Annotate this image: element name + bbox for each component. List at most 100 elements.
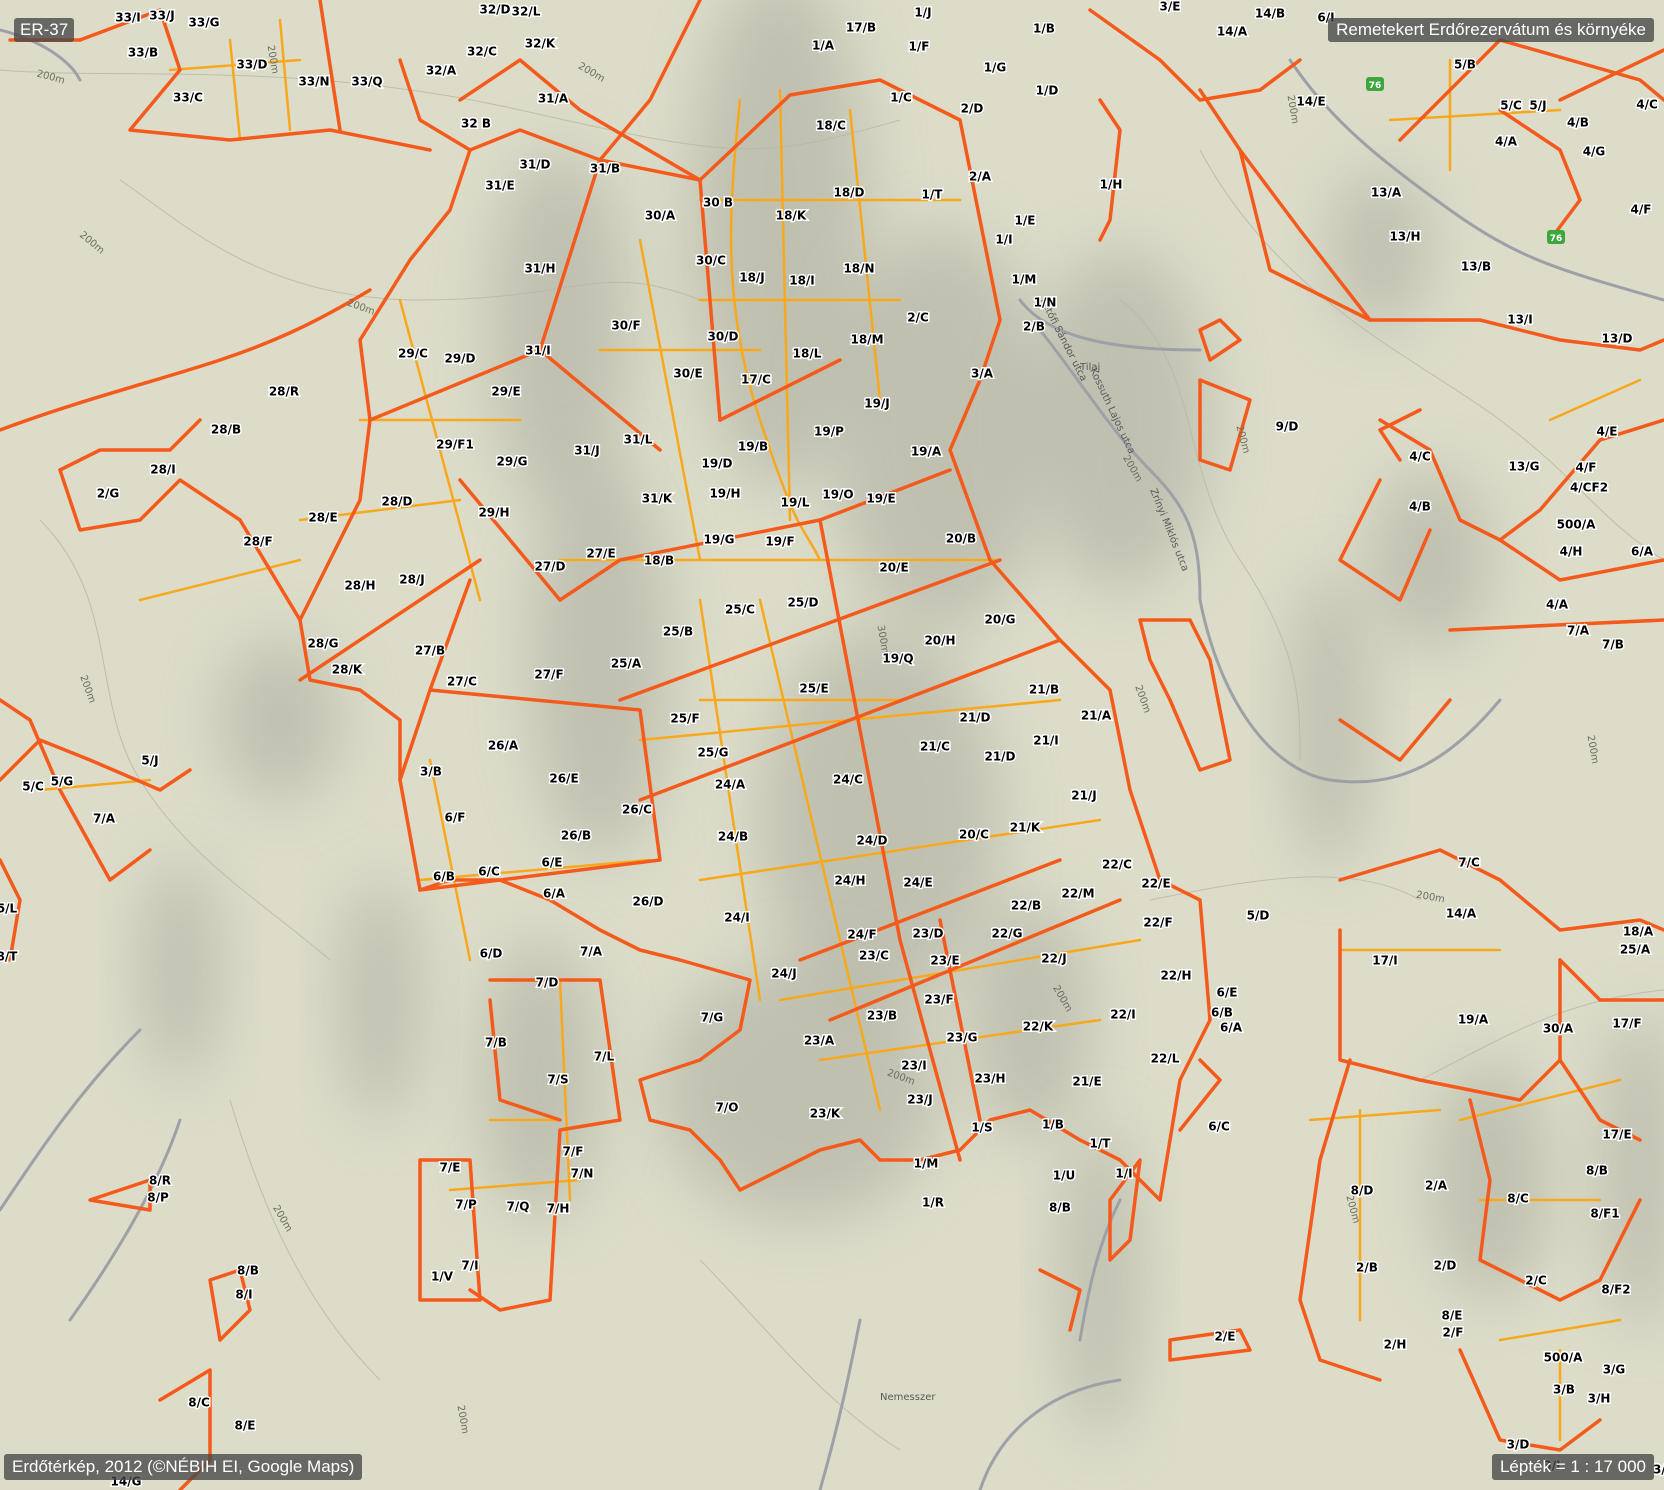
compartment-label: 7/B	[1602, 638, 1624, 652]
compartment-label: 18/K	[776, 209, 807, 223]
compartment-label: 18/J	[739, 271, 765, 285]
compartment-label: 31/H	[524, 262, 555, 276]
compartment-label: 3/B	[1553, 1383, 1575, 1397]
compartment-label: 5/G	[51, 775, 74, 789]
compartment-label: 32/C	[467, 45, 497, 59]
compartment-label: 19/A	[1458, 1013, 1489, 1027]
compartment-label: 13/A	[1371, 186, 1402, 200]
compartment-label: 8/B	[1586, 1164, 1608, 1178]
compartment-label: 27/D	[534, 560, 565, 574]
compartment-label: 4/A	[1546, 598, 1569, 612]
compartment-label: 22/F	[1143, 916, 1172, 930]
compartment-label: 28/K	[332, 663, 363, 677]
hillshade-blob	[830, 230, 1050, 630]
compartment-label: 1/V	[431, 1270, 454, 1284]
compartment-label: 30/D	[707, 330, 738, 344]
compartment-label: 31/B	[590, 162, 620, 176]
compartment-label: 29/H	[478, 506, 509, 520]
compartment-label: 33/N	[298, 75, 329, 89]
compartment-label: 1/G	[984, 61, 1007, 75]
compartment-label: 20/B	[946, 532, 976, 546]
compartment-label: 19/A	[911, 445, 942, 459]
compartment-label: 6/A	[1220, 1021, 1243, 1035]
compartment-label: 30/E	[673, 367, 702, 381]
compartment-label: 32/K	[525, 37, 556, 51]
compartment-label: 1/B	[1033, 22, 1055, 36]
compartment-label: 24/J	[771, 967, 797, 981]
compartment-label: 26/D	[632, 895, 663, 909]
compartment-label: 19/J	[864, 397, 890, 411]
compartment-label: 27/F	[534, 668, 563, 682]
forest-map[interactable]: Petőfi Sándor utca Kossuth Lajos utca Zrín…	[0, 0, 1664, 1490]
compartment-label: 13/I	[1507, 313, 1533, 327]
compartment-label: 500/A	[1557, 518, 1596, 532]
map-canvas[interactable]: Petőfi Sándor utcaKossuth Lajos utcaZrín…	[0, 0, 1664, 1490]
compartment-label: 23/F	[924, 993, 953, 1007]
compartment-label: 30/A	[645, 209, 676, 223]
compartment-label: 3/B	[420, 765, 442, 779]
road-number-text: 76	[1550, 234, 1563, 244]
compartment-label: 4/C	[1636, 98, 1658, 112]
compartment-label: 5/C	[22, 780, 44, 794]
compartment-label: 21/A	[1081, 709, 1112, 723]
compartment-label: 8/F1	[1590, 1207, 1619, 1221]
road-number-badge: 76	[1547, 230, 1565, 244]
compartment-label: 28/E	[308, 511, 337, 525]
compartment-label: 4/C	[1409, 450, 1431, 464]
compartment-label: 1/M	[914, 1157, 939, 1171]
compartment-label: 17/F	[1612, 1017, 1641, 1031]
compartment-label: 2/A	[969, 170, 992, 184]
compartment-label: 21/B	[1029, 683, 1059, 697]
street-label: Nemesszer	[880, 1392, 936, 1403]
compartment-label: 5/J	[1529, 99, 1546, 113]
compartment-label: 8/I	[235, 1288, 252, 1302]
compartment-label: 23/A	[804, 1034, 835, 1048]
compartment-label: 4/CF2	[1570, 481, 1608, 495]
compartment-label: 22/C	[1102, 858, 1132, 872]
compartment-label: 1/T	[1090, 1137, 1112, 1151]
compartment-label: 23/I	[901, 1059, 927, 1073]
map-code-badge: ER-37	[14, 18, 75, 42]
compartment-label: 31/E	[485, 179, 514, 193]
compartment-label: 14/A	[1217, 25, 1248, 39]
compartment-label: 20/H	[924, 634, 955, 648]
compartment-label: 22/K	[1023, 1020, 1054, 1034]
compartment-label: 23/J	[907, 1093, 933, 1107]
compartment-label: 17/C	[741, 373, 771, 387]
compartment-label: 21/D	[959, 711, 990, 725]
compartment-label: 20/E	[879, 561, 908, 575]
compartment-label: 18/N	[843, 262, 874, 276]
compartment-label: 18/A	[1623, 925, 1654, 939]
compartment-label: 28/F	[243, 535, 272, 549]
compartment-label: 2/F	[1443, 1326, 1464, 1340]
compartment-label: 2/D	[1434, 1259, 1457, 1273]
compartment-label: 6/C	[478, 865, 500, 879]
compartment-label: 3/G	[1603, 1363, 1626, 1377]
compartment-label: 1/H	[1100, 178, 1123, 192]
compartment-label: 7/A	[93, 812, 116, 826]
compartment-label: 22/M	[1061, 887, 1094, 901]
hillshade-blob	[660, 960, 940, 1220]
compartment-label: 7/D	[536, 976, 559, 990]
compartment-label: 25/A	[1620, 943, 1651, 957]
compartment-label: 19/H	[709, 487, 740, 501]
compartment-label: 1/D	[1036, 84, 1059, 98]
compartment-label: 26/C	[622, 803, 652, 817]
compartment-label: 33/C	[173, 91, 203, 105]
compartment-label: 24/A	[715, 778, 746, 792]
compartment-label: 29/E	[491, 385, 520, 399]
compartment-label: 19/E	[866, 492, 895, 506]
compartment-label: 2/E	[1215, 1330, 1236, 1344]
compartment-label: 6/E	[542, 856, 563, 870]
compartment-label: 24/I	[724, 911, 750, 925]
compartment-label: 13/G	[1509, 460, 1540, 474]
compartment-label: 18/C	[816, 119, 846, 133]
compartment-label: 3/H	[1588, 1392, 1611, 1406]
compartment-label: 31/D	[519, 158, 550, 172]
compartment-label: 2/C	[1525, 1274, 1547, 1288]
compartment-label: 29/G	[497, 455, 528, 469]
compartment-label: 7/L	[594, 1050, 615, 1064]
compartment-label: 24/E	[903, 876, 932, 890]
compartment-label: 4/F	[1576, 461, 1597, 475]
compartment-label: 33/J	[149, 9, 175, 23]
